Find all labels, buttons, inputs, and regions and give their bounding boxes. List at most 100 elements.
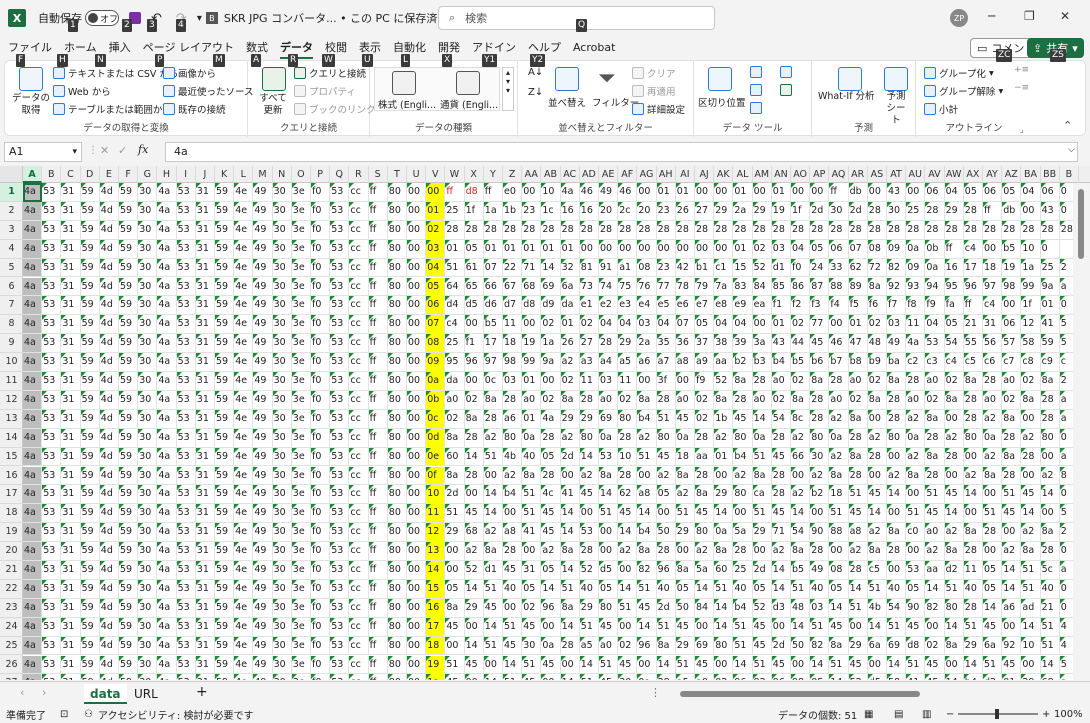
cell[interactable]: 53 [330,674,350,680]
cell[interactable]: 0c [483,372,503,391]
cell[interactable]: 96 [541,598,561,618]
cell[interactable]: c4 [963,239,983,259]
cell[interactable]: 4e [234,409,254,429]
cell[interactable]: 41 [522,523,542,543]
cell[interactable]: 59 [215,485,235,505]
cell[interactable]: 59 [119,201,139,221]
cell[interactable]: 59 [119,315,139,335]
cell[interactable]: a2 [618,542,638,561]
cell[interactable]: 00 [407,183,427,202]
cell[interactable]: 3e [291,315,311,335]
cell[interactable]: ff [963,296,983,316]
cell[interactable]: 14 [714,504,734,524]
cell[interactable]: 80 [503,428,523,448]
cell[interactable]: 30 [138,579,158,599]
cell[interactable]: 0a [714,523,734,543]
row-header[interactable]: 10 [0,353,23,372]
accessibility-icon[interactable]: ⚇ [84,709,93,720]
cell[interactable]: 59 [80,504,100,524]
cell[interactable]: 4a [23,617,43,637]
cell[interactable]: 14 [695,579,715,599]
cell[interactable]: 30 [810,447,830,467]
column-header-M[interactable]: M [253,166,273,183]
cell[interactable]: 45 [522,674,542,680]
cell[interactable]: a2 [1021,428,1041,448]
cell[interactable]: 71 [771,523,791,543]
cell[interactable]: 0a [599,428,619,448]
sort-az-icon[interactable]: A↓ [528,67,543,78]
cell[interactable]: cc [349,277,369,297]
cell[interactable]: 04 [656,315,676,335]
cell[interactable]: 00 [714,183,734,202]
row-header[interactable]: 2 [0,202,23,221]
from-text-csv-button[interactable]: テキストまたは CSV から [53,66,178,80]
cell[interactable]: 3e [291,201,311,221]
cell[interactable]: ad [1021,598,1041,618]
cell[interactable]: 28 [695,220,715,240]
cell[interactable]: 01 [1040,296,1060,316]
cell[interactable]: 39 [733,334,753,354]
cell[interactable]: 59 [215,258,235,278]
insert-function-button[interactable]: fx [138,143,148,156]
cell[interactable]: 01 [560,239,580,259]
cell[interactable]: c9 [1040,353,1060,372]
cell[interactable]: 4d [99,258,119,278]
cell[interactable]: 28 [963,542,983,561]
cell[interactable]: d1 [771,258,791,278]
cell[interactable]: 05 [1002,183,1022,202]
cell[interactable]: 26 [675,201,695,221]
row-header[interactable]: 16 [0,467,23,486]
cell[interactable]: cc [349,372,369,391]
cell[interactable]: 53 [906,561,926,580]
cell[interactable]: 1a [541,334,561,354]
row-header[interactable]: 27 [0,674,23,680]
cell[interactable]: 53 [330,353,350,372]
cell[interactable]: 53 [579,523,599,543]
cell[interactable]: 4a [23,542,43,561]
cell[interactable]: 80 [387,617,407,637]
cell[interactable]: 8a [944,636,964,656]
cell[interactable]: 59 [119,485,139,505]
cell[interactable]: 53 [599,447,619,467]
cell[interactable]: 53 [176,183,196,202]
cell[interactable]: 8a [483,390,503,410]
cell[interactable]: 02 [695,390,715,410]
cell[interactable]: 51 [1021,561,1041,580]
cell[interactable]: 00 [599,523,619,543]
cell[interactable]: 75 [618,277,638,297]
cell[interactable]: 4d [99,598,119,618]
cell[interactable]: 00 [560,655,580,675]
cell[interactable]: 14 [963,485,983,505]
cell[interactable]: 4a [23,390,43,410]
cell[interactable]: 3e [291,636,311,656]
cell[interactable]: 28 [483,220,503,240]
cell[interactable]: 30 [138,674,158,680]
cell[interactable]: 45 [483,598,503,618]
cell[interactable]: 31 [195,239,215,259]
cell[interactable]: 92 [887,277,907,297]
cell[interactable]: 30 [272,655,292,675]
cell[interactable]: 0b [925,239,945,259]
cell[interactable]: 00 [426,183,446,202]
zoom-level[interactable]: 100% [1054,709,1083,720]
cell[interactable]: 30 [272,579,292,599]
cell[interactable]: 59 [215,466,235,486]
cell[interactable]: 88 [829,523,849,543]
cell[interactable]: 01 [733,239,753,259]
horizontal-scrollbar[interactable] [670,690,1075,698]
cell[interactable]: 00 [944,466,964,486]
cell[interactable]: 00 [407,504,427,524]
cell[interactable]: db [848,183,868,202]
column-header-K[interactable]: K [215,166,235,183]
cell[interactable]: 18 [503,334,523,354]
next-sheet-icon[interactable]: › [42,686,46,699]
cell[interactable]: 40 [1040,579,1060,599]
column-header-J[interactable]: J [196,166,215,183]
cell[interactable]: b5 [791,561,811,580]
cell[interactable]: 80 [387,220,407,240]
column-header-Y[interactable]: Y [484,166,503,183]
cell[interactable]: 4a [23,655,43,675]
cell[interactable]: 99 [522,353,542,372]
cell[interactable]: f0 [311,372,331,391]
cell[interactable]: 95 [445,353,465,372]
